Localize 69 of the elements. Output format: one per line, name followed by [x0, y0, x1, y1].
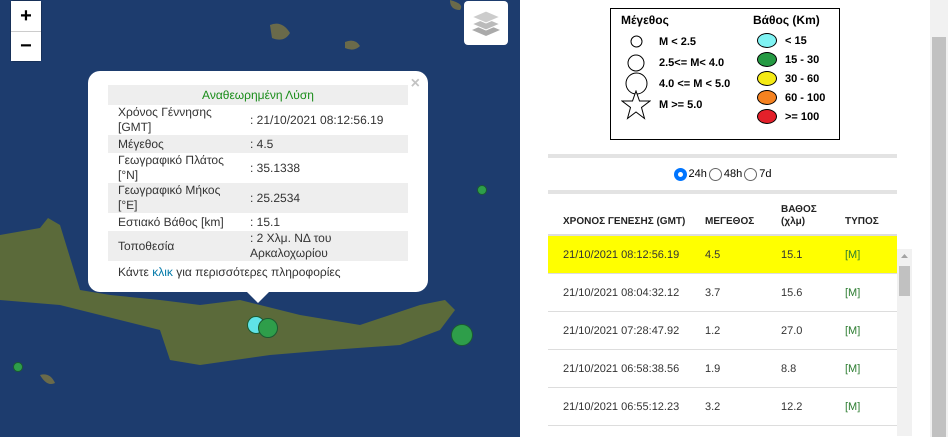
legend-label: M < 2.5	[659, 36, 696, 48]
table-cell-text: [M]	[845, 324, 862, 336]
radio-button[interactable]	[744, 168, 758, 180]
field-label: Γεωγραφικό Μήκος [°E]	[117, 183, 222, 213]
field-value: : 35.1338	[250, 160, 302, 176]
star-icon	[621, 90, 651, 120]
table-cell-text: 1.9	[705, 362, 722, 374]
popup-footer-text: Κάντε κλικ για περισσότερες πληροφορίες	[117, 264, 342, 280]
legend-label: 60 - 100	[785, 92, 826, 104]
column-header: ΒΑΘΟΣ (χλμ)	[781, 204, 818, 228]
field-value: : 25.2534	[250, 190, 302, 206]
more-info-link[interactable]: κλικ	[152, 265, 173, 279]
table-cell-text: 21/10/2021 07:28:47.92	[563, 324, 680, 336]
field-value: : 21/10/2021 08:12:56.19	[250, 112, 384, 128]
radio-label: 48h	[724, 168, 742, 180]
radio-label: 24h	[688, 168, 707, 180]
table-cell-text: 3.7	[705, 286, 722, 298]
table-cell-text: [M]	[845, 362, 862, 374]
radio-button[interactable]	[708, 168, 722, 180]
circle-icon	[630, 35, 642, 48]
field-value: : 4.5	[250, 136, 274, 152]
layers-button[interactable]	[464, 1, 508, 45]
legend-label: M >= 5.0	[659, 98, 702, 110]
legend-label: 15 - 30	[785, 54, 820, 66]
zoom-out-button[interactable]: −	[11, 31, 41, 61]
table-row[interactable]: 21/10/2021 06:58:38.56 1.9 8.8 [M]	[548, 350, 897, 388]
table-cell-text: [M]	[845, 400, 862, 412]
table-cell-text: [M]	[845, 286, 862, 298]
radio-label: 7d	[759, 168, 772, 180]
legend-label: >= 100	[785, 110, 820, 122]
column-header: ΤΥΠΟΣ	[845, 216, 880, 228]
legend-label: 30 - 60	[785, 72, 820, 84]
field-label: Τοποθεσία	[117, 238, 176, 254]
legend-label: 2.5<= M< 4.0	[659, 56, 724, 68]
table-cell-text: 3.2	[705, 400, 722, 412]
column-header: ΧΡΟΝΟΣ ΓΕΝΕΣΗΣ (GMT)	[563, 216, 686, 228]
table-cell-text: [M]	[845, 248, 862, 260]
table-cell-text: 12.2	[781, 400, 804, 412]
field-value: : 2 Χλμ. ΝΔ του Αρκαλοχωρίου	[250, 231, 332, 261]
legend-label: < 15	[785, 34, 807, 46]
field-label: Χρόνος Γέννησης [GMT]	[117, 105, 213, 135]
circle-icon	[624, 72, 648, 95]
table-cell-text: 8.8	[781, 362, 798, 374]
field-label: Γεωγραφικό Πλάτος [°N]	[117, 153, 225, 183]
legend-label: 4.0 <= M < 5.0	[659, 78, 730, 90]
radio-button[interactable]	[674, 168, 687, 180]
column-header: ΜΕΓΕΘΟΣ	[705, 216, 756, 228]
table-cell-text: 15.1	[781, 248, 804, 260]
table-cell-text: 21/10/2021 06:55:12.23	[563, 400, 680, 412]
popup-title: Αναθεωρημένη Λύση	[108, 85, 408, 105]
field-label: Μέγεθος	[117, 136, 165, 152]
table-row[interactable]: 21/10/2021 07:28:47.92 1.2 27.0 [M]	[548, 312, 897, 350]
field-value: : 15.1	[250, 214, 282, 230]
table-cell-text: 21/10/2021 08:12:56.19	[563, 248, 680, 260]
layers-icon	[471, 10, 501, 36]
circle-icon	[627, 54, 645, 72]
table-row[interactable]: 21/10/2021 08:12:56.19 4.5 15.1 [M]	[548, 236, 897, 274]
field-label: Εστιακό Βάθος [km]	[117, 214, 225, 230]
table-cell-text: 1.2	[705, 324, 722, 336]
legend-title: Μέγεθος	[621, 13, 670, 27]
table-cell-text: 21/10/2021 06:58:38.56	[563, 362, 680, 374]
table-cell-text: 4.5	[705, 248, 722, 260]
table-cell-text: 21/10/2021 08:04:32.12	[563, 286, 680, 298]
table-cell-text: 27.0	[781, 324, 804, 336]
table-cell-text: 15.6	[781, 286, 804, 298]
table-row[interactable]: 21/10/2021 08:04:32.12 3.7 15.6 [M]	[548, 274, 897, 312]
scrollbar[interactable]	[930, 0, 948, 437]
table-row[interactable]: 21/10/2021 06:55:12.23 3.2 12.2 [M]	[548, 388, 897, 426]
legend-title: Βάθος (Km)	[753, 13, 821, 27]
